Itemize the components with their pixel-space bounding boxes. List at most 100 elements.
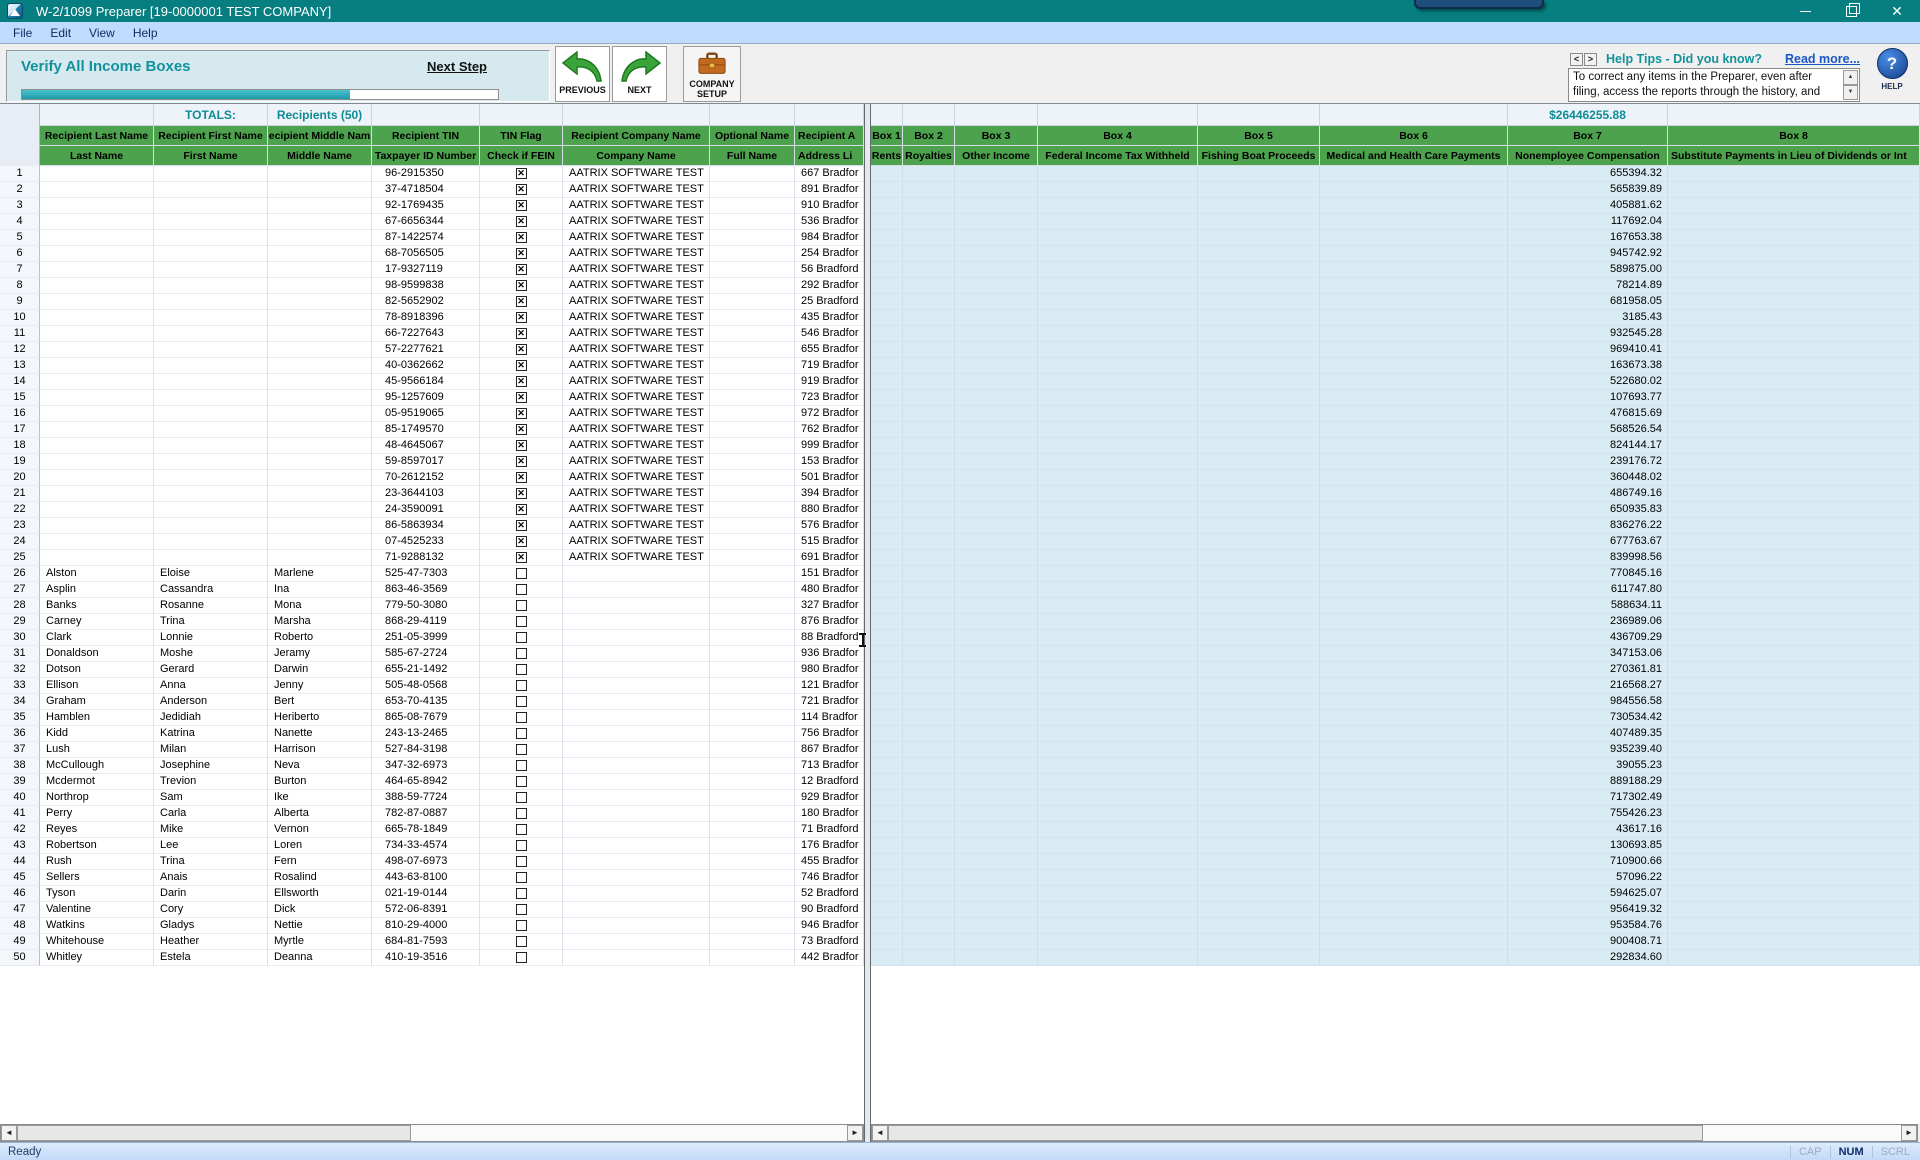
- cell-box3[interactable]: [955, 358, 1038, 374]
- cell-box6[interactable]: [1320, 822, 1508, 838]
- row-number[interactable]: 42: [0, 822, 40, 838]
- cell-first-name[interactable]: [154, 262, 268, 278]
- cell-optional-name[interactable]: [710, 902, 795, 918]
- fein-checkbox-unchecked[interactable]: [516, 952, 527, 963]
- cell-box7-amount[interactable]: 984556.58: [1508, 694, 1668, 710]
- cell-box4[interactable]: [1038, 870, 1198, 886]
- cell-last-name[interactable]: [40, 534, 154, 550]
- cell-address[interactable]: 455 Bradfor: [795, 854, 864, 870]
- cell-box2[interactable]: [903, 710, 955, 726]
- cell-box1[interactable]: [871, 774, 903, 790]
- cell-box3[interactable]: [955, 822, 1038, 838]
- cell-address[interactable]: 667 Bradfor: [795, 166, 864, 182]
- cell-box8[interactable]: [1668, 694, 1920, 710]
- cell-box3[interactable]: [955, 806, 1038, 822]
- cell-middle-name[interactable]: [268, 486, 372, 502]
- cell-box1[interactable]: [871, 470, 903, 486]
- cell-box5[interactable]: [1198, 438, 1320, 454]
- scroll-down-icon[interactable]: ▼: [1843, 85, 1858, 100]
- cell-box4[interactable]: [1038, 790, 1198, 806]
- menu-file[interactable]: File: [4, 26, 41, 40]
- cell-box1[interactable]: [871, 262, 903, 278]
- cell-tin-flag[interactable]: [480, 934, 563, 950]
- fein-checkbox-unchecked[interactable]: [516, 664, 527, 675]
- cell-box8[interactable]: [1668, 918, 1920, 934]
- cell-box8[interactable]: [1668, 550, 1920, 566]
- row-number[interactable]: 10: [0, 310, 40, 326]
- cell-first-name[interactable]: [154, 390, 268, 406]
- cell-middle-name[interactable]: [268, 198, 372, 214]
- cell-box2[interactable]: [903, 582, 955, 598]
- cell-tin[interactable]: 24-3590091: [372, 502, 480, 518]
- cell-box6[interactable]: [1320, 470, 1508, 486]
- row-number[interactable]: 25: [0, 550, 40, 566]
- cell-first-name[interactable]: [154, 166, 268, 182]
- row-number[interactable]: 27: [0, 582, 40, 598]
- cell-middle-name[interactable]: [268, 534, 372, 550]
- cell-box8[interactable]: [1668, 598, 1920, 614]
- cell-box3[interactable]: [955, 582, 1038, 598]
- cell-optional-name[interactable]: [710, 742, 795, 758]
- cell-box5[interactable]: [1198, 566, 1320, 582]
- cell-last-name[interactable]: Tyson: [40, 886, 154, 902]
- cell-box3[interactable]: [955, 294, 1038, 310]
- cell-company-name[interactable]: AATRIX SOFTWARE TEST: [563, 438, 710, 454]
- cell-address[interactable]: 25 Bradford: [795, 294, 864, 310]
- cell-box7-amount[interactable]: 236989.06: [1508, 614, 1668, 630]
- cell-last-name[interactable]: [40, 518, 154, 534]
- cell-box6[interactable]: [1320, 774, 1508, 790]
- cell-last-name[interactable]: Robertson: [40, 838, 154, 854]
- cell-box4[interactable]: [1038, 758, 1198, 774]
- cell-first-name[interactable]: [154, 454, 268, 470]
- cell-box3[interactable]: [955, 326, 1038, 342]
- cell-box7-amount[interactable]: 130693.85: [1508, 838, 1668, 854]
- cell-box7-amount[interactable]: 39055.23: [1508, 758, 1668, 774]
- cell-box2[interactable]: [903, 790, 955, 806]
- cell-tin[interactable]: 243-13-2465: [372, 726, 480, 742]
- cell-tin-flag[interactable]: ✕: [480, 182, 563, 198]
- cell-last-name[interactable]: [40, 502, 154, 518]
- cell-tin-flag[interactable]: [480, 950, 563, 966]
- cell-box7-amount[interactable]: 956419.32: [1508, 902, 1668, 918]
- cell-box4[interactable]: [1038, 342, 1198, 358]
- fein-checkbox-unchecked[interactable]: [516, 888, 527, 899]
- cell-address[interactable]: 254 Bradfor: [795, 246, 864, 262]
- cell-optional-name[interactable]: [710, 598, 795, 614]
- cell-box1[interactable]: [871, 582, 903, 598]
- cell-tin[interactable]: 67-6656344: [372, 214, 480, 230]
- cell-tin[interactable]: 410-19-3516: [372, 950, 480, 966]
- cell-last-name[interactable]: [40, 390, 154, 406]
- cell-box1[interactable]: [871, 278, 903, 294]
- cell-optional-name[interactable]: [710, 726, 795, 742]
- cell-company-name[interactable]: [563, 662, 710, 678]
- cell-last-name[interactable]: Dotson: [40, 662, 154, 678]
- cell-optional-name[interactable]: [710, 646, 795, 662]
- cell-box1[interactable]: [871, 902, 903, 918]
- cell-box2[interactable]: [903, 854, 955, 870]
- cell-company-name[interactable]: AATRIX SOFTWARE TEST: [563, 374, 710, 390]
- cell-first-name[interactable]: [154, 374, 268, 390]
- cell-tin-flag[interactable]: ✕: [480, 214, 563, 230]
- cell-tin-flag[interactable]: [480, 774, 563, 790]
- cell-last-name[interactable]: McCullough: [40, 758, 154, 774]
- cell-box5[interactable]: [1198, 646, 1320, 662]
- fein-checkbox-unchecked[interactable]: [516, 936, 527, 947]
- cell-box8[interactable]: [1668, 230, 1920, 246]
- cell-first-name[interactable]: Anderson: [154, 694, 268, 710]
- cell-first-name[interactable]: [154, 422, 268, 438]
- cell-box1[interactable]: [871, 550, 903, 566]
- cell-address[interactable]: 52 Bradford: [795, 886, 864, 902]
- cell-box1[interactable]: [871, 230, 903, 246]
- cell-middle-name[interactable]: Darwin: [268, 662, 372, 678]
- cell-box1[interactable]: [871, 166, 903, 182]
- cell-company-name[interactable]: [563, 886, 710, 902]
- row-number[interactable]: 34: [0, 694, 40, 710]
- cell-box4[interactable]: [1038, 406, 1198, 422]
- cell-box4[interactable]: [1038, 390, 1198, 406]
- fein-checkbox-unchecked[interactable]: [516, 632, 527, 643]
- cell-box6[interactable]: [1320, 790, 1508, 806]
- cell-box2[interactable]: [903, 342, 955, 358]
- cell-box2[interactable]: [903, 534, 955, 550]
- cell-last-name[interactable]: [40, 406, 154, 422]
- cell-address[interactable]: 546 Bradfor: [795, 326, 864, 342]
